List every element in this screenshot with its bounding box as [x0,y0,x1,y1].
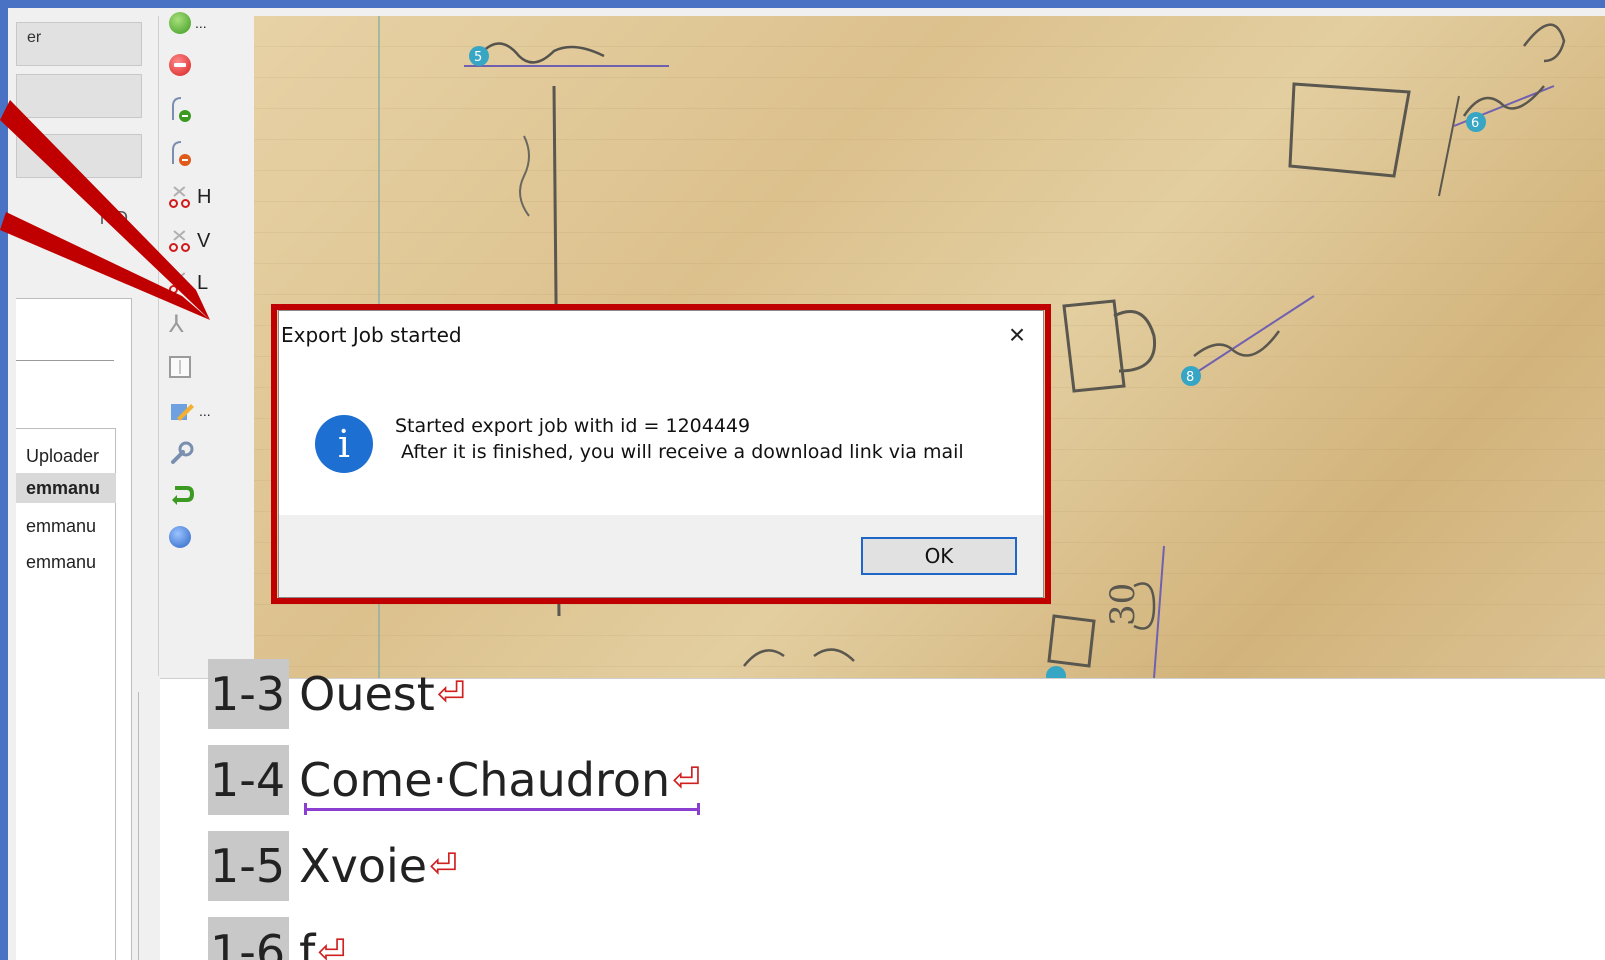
table-icon [169,356,191,378]
toolbar-split-line-button[interactable]: L [169,266,208,300]
region-marker-8: 8 [1186,370,1194,385]
return-icon: ⏎ [672,760,701,800]
info-icon: i [315,415,373,473]
line-number: 1-6 [208,917,290,960]
scissors-icon [169,186,193,208]
dialog-footer: OK [279,515,1043,597]
line-number: 1-5 [208,831,290,901]
scissors-icon [169,272,193,294]
toolbar-add-point-button[interactable] [169,92,195,126]
toolbar-remove-button[interactable] [169,48,191,82]
line-number: 1-3 [208,659,290,729]
transcription-editor[interactable]: 1-3 Ouest ⏎ 1-4 Come·Chaudron ⏎ 1-5 Xvoi… [160,659,1605,960]
left-panel-button-1-label: er [27,29,42,46]
text-line[interactable]: 1-3 Ouest ⏎ [208,659,465,729]
baseline-icon: ⅄ [169,311,184,338]
line-text: Come·Chaudron [299,753,671,807]
list-header-uploader[interactable]: Uploader [16,441,116,471]
vertical-toolbar: ... H V L ⅄ ... [158,12,256,676]
redo-arrow-icon [172,486,195,505]
handwriting-number: 30 [1103,583,1143,626]
list-item[interactable]: emmanu [16,473,116,503]
list-item[interactable]: emmanu [16,547,116,577]
line-text: f [299,925,316,960]
toolbar-table-button[interactable] [169,350,191,384]
left-panel-button-3[interactable] [16,134,142,178]
split-l-label: L [197,271,209,294]
id-label: l-ID [100,208,128,228]
toolbar-redo-button[interactable] [169,478,195,512]
help-icon [169,526,191,548]
list-item[interactable]: emmanu [16,511,116,541]
dialog-message-line2: After it is finished, you will receive a… [401,441,964,463]
document-list: Uploader emmanu emmanu emmanu [16,428,116,960]
toolbar-split-horizontal-button[interactable]: H [169,180,211,214]
tag-underline [304,803,700,815]
toolbar-baseline-button[interactable]: ⅄ [169,308,189,342]
edit-pencil-icon [171,404,194,421]
remove-icon [169,54,191,76]
remove-point-icon [172,141,191,166]
ok-button[interactable]: OK [861,537,1017,575]
wrench-icon [171,441,194,464]
left-panel-divider [16,360,114,361]
split-h-label: H [197,185,212,208]
region-marker-6: 6 [1471,116,1479,131]
text-line[interactable]: 1-5 Xvoie ⏎ [208,831,458,901]
left-panel: er l-ID Uploader emmanu emmanu emmanu [16,16,164,960]
scissors-icon [169,230,193,252]
return-icon: ⏎ [317,932,346,960]
toolbar-settings-button[interactable] [169,436,195,470]
toolbar-split-vertical-button[interactable]: V [169,224,210,258]
line-text: Ouest [299,667,435,721]
toolbar-add-button[interactable]: ... [169,8,207,40]
toolbar-remove-point-button[interactable] [169,136,195,170]
return-icon: ⏎ [436,674,466,714]
line-number: 1-4 [208,745,290,815]
text-line[interactable]: 1-4 Come·Chaudron ⏎ [208,745,701,815]
close-icon[interactable]: × [1001,319,1033,351]
export-job-dialog: Export Job started × i Started export jo… [278,310,1044,598]
dialog-title: Export Job started [281,323,462,347]
left-panel-button-1[interactable]: er [16,22,142,66]
region-marker-5: 5 [474,50,482,65]
toolbar-edit-button[interactable]: ... [169,394,211,428]
dialog-message-line1: Started export job with id = 1204449 [395,415,751,437]
toolbar-help-button[interactable] [169,520,191,554]
add-point-icon [172,97,191,122]
line-text: Xvoie [299,839,428,893]
text-line[interactable]: 1-6 f ⏎ [208,917,346,960]
left-panel-button-2[interactable] [16,74,142,118]
split-v-label: V [197,229,211,252]
more-indicator: ... [195,15,207,31]
more-indicator: ... [199,403,211,419]
add-icon [169,12,191,34]
return-icon: ⏎ [429,846,458,886]
